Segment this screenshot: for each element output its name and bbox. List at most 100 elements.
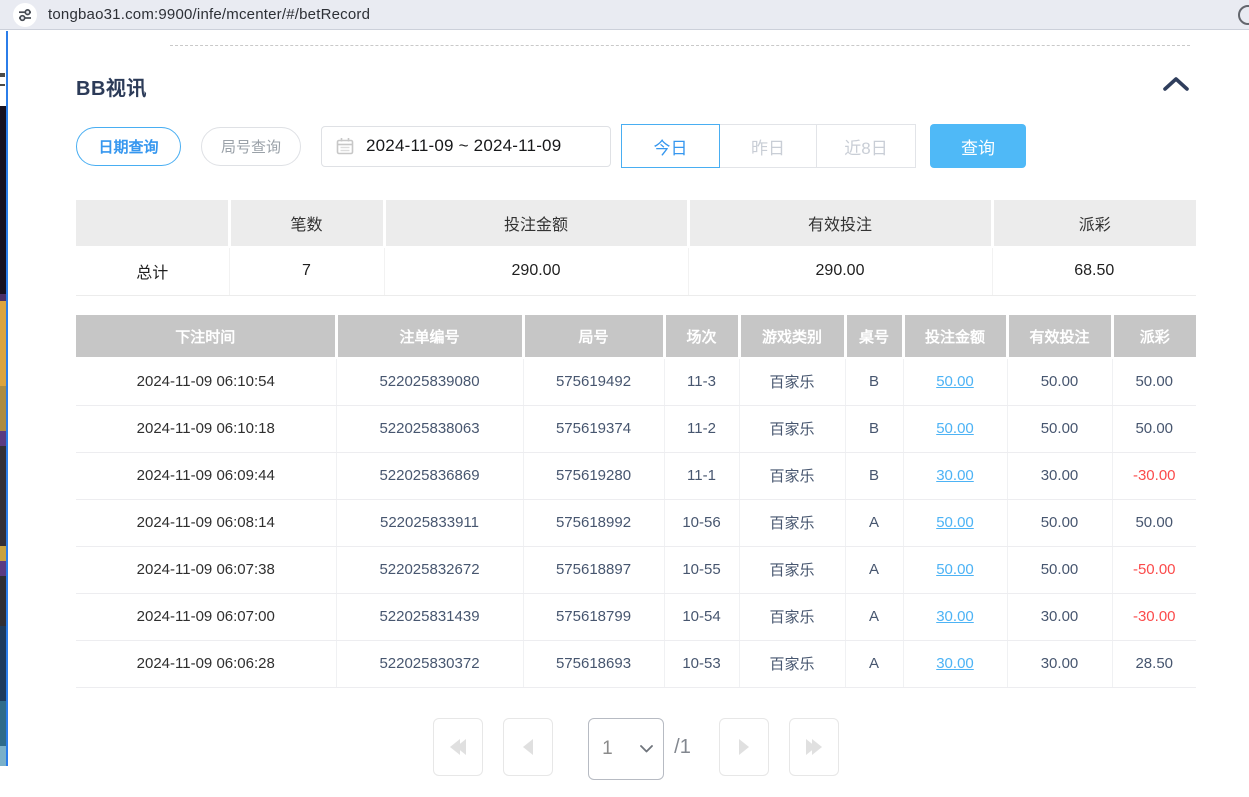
filter-toolbar: 日期查询 局号查询 2024-11-09 ~ 2024-11-09 今日 昨日 … xyxy=(76,123,1026,169)
table-row: 2024-11-09 06:10:18522025838063575619374… xyxy=(76,405,1196,452)
bet-amount-link[interactable]: 50.00 xyxy=(936,561,974,578)
cell-game-type: 百家乐 xyxy=(739,546,845,593)
summary-table: 笔数 投注金额 有效投注 派彩 总计 7 290.00 290.00 68.50 xyxy=(76,200,1196,296)
cell-bet-amount: 30.00 xyxy=(903,640,1007,687)
summary-header-count: 笔数 xyxy=(229,200,384,247)
cell-bet-time: 2024-11-09 06:07:38 xyxy=(76,546,336,593)
total-pages-label: /1 xyxy=(674,718,691,776)
bet-amount-link[interactable]: 30.00 xyxy=(936,655,974,672)
summary-valid-bet-value: 290.00 xyxy=(688,247,992,295)
cell-bet-amount: 50.00 xyxy=(903,358,1007,405)
cell-order-number: 522025838063 xyxy=(336,405,523,452)
cell-order-number: 522025839080 xyxy=(336,358,523,405)
cell-order-number: 522025830372 xyxy=(336,640,523,687)
url-text[interactable]: tongbao31.com:9900/infe/mcenter/#/betRec… xyxy=(48,0,370,30)
site-settings-icon[interactable] xyxy=(13,3,37,27)
cell-valid-bet: 30.00 xyxy=(1007,452,1112,499)
cell-round-number: 575619280 xyxy=(523,452,664,499)
cell-table-label: A xyxy=(845,640,903,687)
cell-valid-bet: 50.00 xyxy=(1007,358,1112,405)
cell-valid-bet: 30.00 xyxy=(1007,640,1112,687)
table-row: 2024-11-09 06:07:00522025831439575618799… xyxy=(76,593,1196,640)
cell-session: 11-2 xyxy=(664,405,739,452)
cell-bet-time: 2024-11-09 06:06:28 xyxy=(76,640,336,687)
date-range-input[interactable]: 2024-11-09 ~ 2024-11-09 xyxy=(321,126,611,167)
collapse-button[interactable] xyxy=(1161,75,1191,93)
cell-table-label: A xyxy=(845,499,903,546)
background-page-sliver xyxy=(0,31,8,766)
cell-bet-time: 2024-11-09 06:10:18 xyxy=(76,405,336,452)
previous-page-button[interactable] xyxy=(503,718,553,776)
cell-bet-amount: 30.00 xyxy=(903,452,1007,499)
header-session: 场次 xyxy=(664,315,739,358)
cell-bet-time: 2024-11-09 06:09:44 xyxy=(76,452,336,499)
first-page-button[interactable] xyxy=(433,718,483,776)
cell-session: 11-3 xyxy=(664,358,739,405)
search-button[interactable]: 查询 xyxy=(930,124,1026,168)
bet-records-table: 下注时间注单编号局号场次游戏类别桌号投注金额有效投注派彩 2024-11-09 … xyxy=(76,315,1196,688)
last-8-days-button[interactable]: 近8日 xyxy=(817,124,916,168)
cell-payout: 50.00 xyxy=(1112,405,1196,452)
last-page-button[interactable] xyxy=(789,718,839,776)
cell-valid-bet: 50.00 xyxy=(1007,499,1112,546)
calendar-icon xyxy=(336,137,354,155)
cell-bet-time: 2024-11-09 06:07:00 xyxy=(76,593,336,640)
cell-game-type: 百家乐 xyxy=(739,593,845,640)
cell-round-number: 575618799 xyxy=(523,593,664,640)
table-row: 2024-11-09 06:08:14522025833911575618992… xyxy=(76,499,1196,546)
browser-action-icon[interactable] xyxy=(1238,5,1249,25)
right-arrow-icon xyxy=(739,739,749,755)
cell-game-type: 百家乐 xyxy=(739,358,845,405)
summary-count-value: 7 xyxy=(229,247,384,295)
date-range-value: 2024-11-09 ~ 2024-11-09 xyxy=(366,136,561,156)
bet-table-header-row: 下注时间注单编号局号场次游戏类别桌号投注金额有效投注派彩 xyxy=(76,315,1196,358)
left-arrow-icon xyxy=(523,739,533,755)
table-row: 2024-11-09 06:06:28522025830372575618693… xyxy=(76,640,1196,687)
header-valid-bet: 有效投注 xyxy=(1007,315,1112,358)
page-title: BB视讯 xyxy=(76,72,147,101)
bet-amount-link[interactable]: 50.00 xyxy=(936,514,974,531)
cell-order-number: 522025836869 xyxy=(336,452,523,499)
browser-url-bar[interactable]: tongbao31.com:9900/infe/mcenter/#/betRec… xyxy=(0,0,1249,30)
chevron-up-icon xyxy=(1161,75,1191,93)
summary-bet-amount-value: 290.00 xyxy=(384,247,688,295)
cell-game-type: 百家乐 xyxy=(739,452,845,499)
cell-bet-amount: 50.00 xyxy=(903,405,1007,452)
today-button[interactable]: 今日 xyxy=(621,124,720,168)
cell-valid-bet: 30.00 xyxy=(1007,593,1112,640)
bet-amount-link[interactable]: 30.00 xyxy=(936,608,974,625)
cell-game-type: 百家乐 xyxy=(739,405,845,452)
cell-round-number: 575618897 xyxy=(523,546,664,593)
summary-header-payout: 派彩 xyxy=(992,200,1196,247)
bet-amount-link[interactable]: 50.00 xyxy=(936,420,974,437)
header-table-label: 桌号 xyxy=(845,315,903,358)
cell-game-type: 百家乐 xyxy=(739,640,845,687)
cell-order-number: 522025831439 xyxy=(336,593,523,640)
cell-payout: -30.00 xyxy=(1112,452,1196,499)
round-query-tab[interactable]: 局号查询 xyxy=(201,127,301,166)
cell-table-label: A xyxy=(845,593,903,640)
cell-round-number: 575618992 xyxy=(523,499,664,546)
next-page-button[interactable] xyxy=(719,718,769,776)
cell-order-number: 522025832672 xyxy=(336,546,523,593)
cell-order-number: 522025833911 xyxy=(336,499,523,546)
bet-amount-link[interactable]: 50.00 xyxy=(936,373,974,390)
summary-header-blank xyxy=(76,200,229,247)
page-select[interactable]: 1 xyxy=(588,718,664,780)
dashed-divider xyxy=(170,45,1190,46)
table-row: 2024-11-09 06:09:44522025836869575619280… xyxy=(76,452,1196,499)
cell-bet-amount: 50.00 xyxy=(903,546,1007,593)
cell-bet-time: 2024-11-09 06:08:14 xyxy=(76,499,336,546)
cell-payout: 50.00 xyxy=(1112,499,1196,546)
cell-valid-bet: 50.00 xyxy=(1007,405,1112,452)
cell-session: 10-53 xyxy=(664,640,739,687)
summary-header-valid-bet: 有效投注 xyxy=(688,200,992,247)
chevron-down-icon xyxy=(640,745,653,753)
header-order-number: 注单编号 xyxy=(336,315,523,358)
bet-amount-link[interactable]: 30.00 xyxy=(936,467,974,484)
quick-range-group: 今日 昨日 近8日 xyxy=(621,124,916,168)
cell-session: 10-56 xyxy=(664,499,739,546)
summary-payout-value: 68.50 xyxy=(992,247,1196,295)
date-query-tab[interactable]: 日期查询 xyxy=(76,127,181,166)
yesterday-button[interactable]: 昨日 xyxy=(720,124,817,168)
